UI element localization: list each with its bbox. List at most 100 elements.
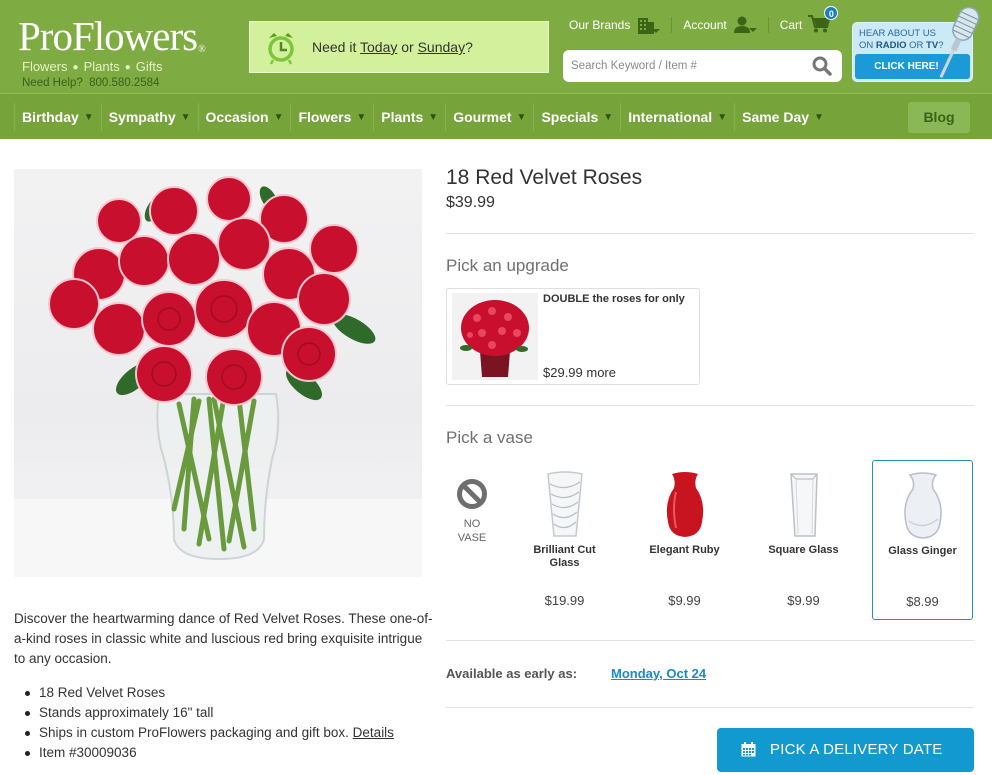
- our-brands-link[interactable]: Our Brands: [569, 16, 661, 34]
- radio-banner-on: ON: [859, 40, 876, 51]
- product-features: 18 Red Velvet Roses Stands approximately…: [25, 683, 439, 763]
- radio-banner-text: HEAR ABOUT US ON RADIO OR TV?: [859, 28, 943, 52]
- search-box: [563, 50, 842, 82]
- sunday-link[interactable]: Sunday: [418, 39, 465, 55]
- nav-label: Occasion: [205, 109, 269, 125]
- feature-item: 18 Red Velvet Roses: [25, 683, 439, 703]
- alarm-clock-icon: [268, 33, 294, 65]
- upgrade-heading: Pick an upgrade: [446, 256, 569, 275]
- caret-down-icon: ▼: [273, 111, 284, 123]
- upgrade-thumbnail: [452, 293, 538, 380]
- caret-down-icon: ▼: [83, 111, 94, 123]
- rose-bouquet-illustration: [14, 176, 422, 577]
- nav-item-plants[interactable]: Plants ▼: [373, 103, 445, 131]
- no-vase-label-line1: NO: [463, 518, 481, 530]
- nav-label: Sympathy: [108, 109, 176, 125]
- pick-delivery-date-button[interactable]: PICK A DELIVERY DATE: [717, 728, 974, 772]
- ruby-vase-image: [666, 472, 703, 537]
- nav-label: Gourmet: [453, 109, 512, 125]
- caret-down-icon: ▼: [814, 111, 824, 123]
- vase-name: Glass Ginger: [888, 545, 957, 557]
- tagline-gifts: Gifts: [135, 59, 163, 74]
- cart-link[interactable]: Cart 0: [780, 5, 839, 36]
- cart-icon-wrap: 0: [808, 5, 839, 36]
- caret-down-icon: ▼: [516, 111, 527, 123]
- buildings-icon: [638, 18, 661, 34]
- nav-item-birthday[interactable]: Birthday ▼: [14, 103, 101, 131]
- vase-option-square-glass[interactable]: Square Glass $9.99: [753, 460, 854, 620]
- no-vase-label: NO VASE: [446, 517, 498, 545]
- blog-button[interactable]: Blog: [908, 102, 970, 133]
- tv-word: TV: [926, 40, 939, 51]
- search-input[interactable]: [571, 57, 801, 75]
- vase-name: Brilliant Cut Glass: [533, 544, 596, 569]
- nav-item-same-day[interactable]: Same Day ▼: [734, 103, 831, 131]
- upgrade-option[interactable]: DOUBLE the roses for only $29.99 more: [446, 288, 700, 385]
- cart-count-badge: 0: [824, 5, 839, 20]
- caret-down-icon: ▼: [603, 111, 614, 123]
- feature-item: Ships in custom ProFlowers packaging and…: [25, 723, 439, 743]
- account-link[interactable]: Account: [683, 16, 757, 34]
- vase-option-glass-ginger[interactable]: Glass Ginger $8.99: [872, 460, 973, 620]
- product-price: $39.99: [446, 194, 495, 211]
- radio-banner-line1: HEAR ABOUT US: [859, 28, 936, 39]
- vase-option-brilliant-cut-glass[interactable]: Brilliant Cut Glass $19.99: [514, 460, 615, 620]
- microphone-icon: [939, 6, 980, 78]
- no-vase-option[interactable]: NO VASE: [446, 460, 498, 560]
- square-glass-vase-image: [789, 473, 818, 537]
- nav-item-specials[interactable]: Specials ▼: [533, 103, 620, 131]
- divider: [767, 17, 769, 33]
- feature-item: Stands approximately 16" tall: [25, 703, 439, 723]
- feature-item: Item #30009036: [25, 743, 439, 763]
- help-phone[interactable]: 800.580.2584: [89, 77, 159, 89]
- product-image[interactable]: [14, 169, 422, 577]
- nav-item-sympathy[interactable]: Sympathy ▼: [100, 103, 198, 131]
- logo-text: ProFlowers: [18, 13, 198, 59]
- registered-mark: ®: [198, 44, 206, 55]
- promo-prefix: Need it: [312, 39, 360, 55]
- divider: [671, 17, 673, 33]
- vase-name: Elegant Ruby: [649, 544, 720, 556]
- caret-down-icon: ▼: [717, 111, 728, 123]
- our-brands-label: Our Brands: [569, 18, 631, 32]
- divider: [446, 640, 974, 641]
- vase-heading: Pick a vase: [446, 428, 533, 447]
- nav-item-flowers[interactable]: Flowers ▼: [290, 103, 373, 131]
- tagline: Flowers ● Plants ● Gifts: [22, 59, 162, 74]
- nav-label: Same Day: [742, 109, 810, 125]
- nav-item-international[interactable]: International ▼: [620, 103, 734, 131]
- search-icon[interactable]: [812, 56, 832, 76]
- caret-down-icon: ▼: [180, 111, 191, 123]
- bullet-separator: ●: [124, 62, 131, 73]
- tagline-flowers: Flowers: [22, 59, 68, 74]
- availability-date-link[interactable]: Monday, Oct 24: [611, 666, 706, 681]
- divider: [446, 707, 974, 708]
- nav-label: Flowers: [298, 109, 352, 125]
- vase-price: $9.99: [668, 593, 701, 608]
- vase-option-elegant-ruby[interactable]: Elegant Ruby $9.99: [634, 460, 735, 620]
- today-link[interactable]: Today: [360, 39, 397, 55]
- tagline-plants: Plants: [83, 59, 120, 74]
- proflowers-logo[interactable]: ProFlowers®: [18, 13, 206, 59]
- upgrade-price: $29.99 more: [543, 365, 616, 380]
- divider: [446, 233, 974, 234]
- delivery-button-label: PICK A DELIVERY DATE: [770, 741, 943, 758]
- bullet-separator: ●: [72, 62, 79, 73]
- radio-word: RADIO: [875, 40, 907, 51]
- details-link[interactable]: Details: [353, 725, 394, 740]
- vase-name: Square Glass: [768, 544, 839, 556]
- vase-price: $9.99: [787, 593, 820, 608]
- vase-price: $8.99: [906, 594, 939, 609]
- product-description: Discover the heartwarming dance of Red V…: [14, 611, 433, 666]
- double-roses-image: [452, 293, 538, 380]
- promo-suffix: ?: [465, 39, 473, 55]
- nav-item-occasion[interactable]: Occasion ▼: [197, 103, 291, 131]
- feature-text: Ships in custom ProFlowers packaging and…: [39, 725, 353, 740]
- nav-item-gourmet[interactable]: Gourmet ▼: [445, 103, 533, 131]
- main-nav: Birthday ▼ Sympathy ▼ Occasion ▼ Flowers ▼ P…: [0, 93, 992, 139]
- same-day-promo: Need it Today or Sunday?: [249, 21, 549, 73]
- account-label: Account: [683, 18, 727, 32]
- nav-menu: Birthday ▼ Sympathy ▼ Occasion ▼ Flowers ▼ P…: [14, 103, 831, 131]
- site-header: ProFlowers® Flowers ● Plants ● Gifts Need He…: [0, 0, 992, 93]
- upgrade-title: DOUBLE the roses for only: [543, 293, 685, 305]
